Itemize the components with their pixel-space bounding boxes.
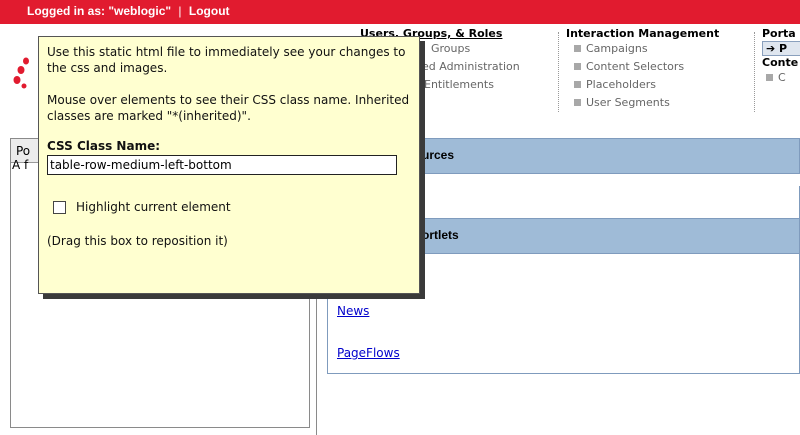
highlight-option[interactable]: Highlight current element [47, 199, 411, 215]
highlight-label: Highlight current element [76, 200, 231, 214]
menu-item-campaigns[interactable]: Campaigns [566, 40, 750, 58]
menu-item-label: User Segments [586, 96, 670, 109]
section-header-label: ortlets [422, 228, 459, 242]
topbar-separator: | [178, 4, 182, 18]
menu-item-content[interactable]: C [762, 69, 800, 87]
menu-item-portal-selected[interactable]: ➔ P [762, 41, 800, 56]
bullet-icon [766, 74, 773, 81]
menu-item-content-selectors[interactable]: Content Selectors [566, 58, 750, 76]
menu-interaction-title[interactable]: Interaction Management [566, 27, 750, 40]
pageflows-link[interactable]: PageFlows [337, 346, 400, 360]
menu-item-label: Placeholders [586, 78, 657, 91]
section-header-label: urces [422, 148, 455, 162]
css-helper-box[interactable]: Use this static html file to immediately… [38, 36, 420, 294]
bullet-icon [574, 99, 581, 106]
logo-icon [13, 57, 29, 89]
menu-item-placeholders[interactable]: Placeholders [566, 76, 750, 94]
menu-item-label: Content Selectors [586, 60, 685, 73]
bullet-icon [574, 63, 581, 70]
logged-in-text: Logged in as: "weblogic" [27, 4, 172, 18]
menu-interaction-management: Interaction Management Campaigns Content… [566, 27, 750, 112]
highlight-checkbox[interactable] [53, 200, 66, 214]
left-panel-text: A f [12, 158, 29, 172]
menu-item-label: C [778, 71, 786, 84]
top-login-bar: Logged in as: "weblogic" | Logout [0, 0, 800, 24]
menu-content-title[interactable]: Conte [762, 56, 800, 69]
helper-mouse-hint: Mouse over elements to see their CSS cla… [47, 93, 410, 123]
menu-divider [754, 32, 755, 112]
menu-divider [558, 32, 559, 112]
menu-portal: Porta ➔ P Conte C [762, 27, 800, 87]
drag-hint: (Drag this box to reposition it) [47, 234, 228, 248]
left-panel-tab-label: Po [16, 144, 31, 158]
bullet-icon [574, 45, 581, 52]
menu-item-label: Campaigns [586, 42, 648, 55]
css-class-label: CSS Class Name: [47, 139, 161, 153]
menu-portal-title[interactable]: Porta [762, 27, 800, 40]
news-link[interactable]: News [337, 304, 369, 318]
helper-intro-text: Use this static html file to immediately… [47, 45, 406, 75]
css-class-field[interactable] [47, 155, 397, 175]
bullet-icon [574, 81, 581, 88]
menu-item-user-segments[interactable]: User Segments [566, 94, 750, 112]
logout-link[interactable]: Logout [189, 4, 230, 18]
